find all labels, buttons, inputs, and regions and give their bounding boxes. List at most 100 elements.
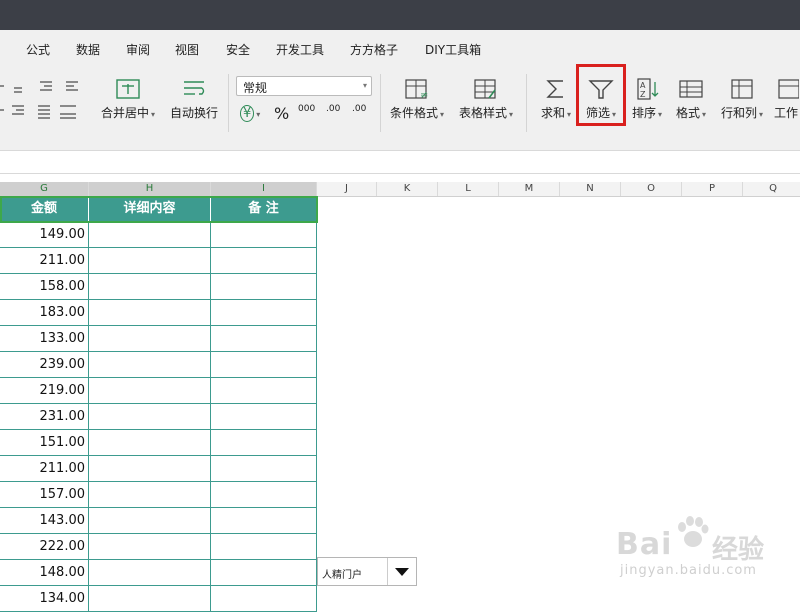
chevron-down-icon: ▾ — [362, 81, 367, 90]
notes-cell[interactable] — [211, 222, 317, 248]
conditional-format-icon: ≠ — [405, 79, 428, 100]
details-cell[interactable] — [89, 222, 211, 248]
menu-security[interactable]: 安全 — [226, 41, 250, 58]
details-cell[interactable] — [89, 248, 211, 274]
conditional-format-button[interactable]: ≠ 条件格式 ▾ — [386, 74, 448, 130]
amount-cell[interactable]: 219.00 — [0, 378, 89, 404]
details-cell[interactable] — [89, 560, 211, 586]
notes-cell[interactable] — [211, 534, 317, 560]
amount-cell[interactable]: 211.00 — [0, 248, 89, 274]
wrap-text-icon — [184, 81, 205, 95]
details-cell[interactable] — [89, 352, 211, 378]
merge-center-icon — [116, 79, 140, 99]
amount-cell[interactable]: 158.00 — [0, 274, 89, 300]
details-cell[interactable] — [89, 378, 211, 404]
amount-cell[interactable]: 211.00 — [0, 456, 89, 482]
notes-cell[interactable] — [211, 430, 317, 456]
header-cell-details[interactable]: 详细内容 — [89, 196, 211, 222]
alignment-icons[interactable] — [0, 76, 82, 126]
column-header-n[interactable]: N — [560, 182, 621, 196]
percent-button[interactable]: % — [274, 104, 289, 123]
increase-decimal-button[interactable]: .00 — [326, 104, 340, 114]
menu-formula[interactable]: 公式 — [26, 41, 50, 58]
column-header-p[interactable]: P — [682, 182, 743, 196]
dropdown-select[interactable]: 人精门户 — [317, 557, 417, 586]
amount-cell[interactable]: 149.00 — [0, 222, 89, 248]
worksheet-label: 工作 — [773, 106, 798, 120]
amount-cell[interactable]: 133.00 — [0, 326, 89, 352]
details-cell[interactable] — [89, 430, 211, 456]
thousands-button[interactable]: 000 — [298, 104, 315, 114]
menu-review[interactable]: 审阅 — [126, 41, 150, 58]
wrap-text-button[interactable]: 自动换行 — [166, 74, 222, 130]
notes-cell[interactable] — [211, 274, 317, 300]
notes-cell[interactable] — [211, 248, 317, 274]
amount-cell[interactable]: 134.00 — [0, 586, 89, 612]
column-header-k[interactable]: K — [377, 182, 438, 196]
baidu-watermark: Bai 经验 jingyan.baidu.com — [616, 515, 796, 585]
notes-cell[interactable] — [211, 482, 317, 508]
details-cell[interactable] — [89, 300, 211, 326]
amount-cell[interactable]: 231.00 — [0, 404, 89, 430]
amount-cell[interactable]: 183.00 — [0, 300, 89, 326]
column-header-g[interactable]: G — [0, 182, 89, 196]
notes-cell[interactable] — [211, 300, 317, 326]
worksheet-button[interactable]: 工作 — [772, 74, 800, 130]
details-cell[interactable] — [89, 508, 211, 534]
amount-cell[interactable]: 239.00 — [0, 352, 89, 378]
table-style-button[interactable]: 表格样式 ▾ — [454, 74, 518, 130]
format-button[interactable]: 格式 ▾ — [670, 74, 712, 130]
notes-cell[interactable] — [211, 508, 317, 534]
paw-icon — [678, 516, 709, 547]
column-header-o[interactable]: O — [621, 182, 682, 196]
notes-cell[interactable] — [211, 326, 317, 352]
number-format-select[interactable]: 常规 ▾ — [236, 76, 372, 96]
column-header-h[interactable]: H — [89, 182, 211, 196]
notes-cell[interactable] — [211, 456, 317, 482]
header-cell-notes[interactable]: 备 注 — [211, 196, 317, 222]
format-icon — [679, 80, 703, 98]
details-cell[interactable] — [89, 586, 211, 612]
menu-view[interactable]: 视图 — [175, 41, 199, 58]
amount-cell[interactable]: 157.00 — [0, 482, 89, 508]
sigma-icon — [546, 80, 563, 98]
details-cell[interactable] — [89, 456, 211, 482]
column-header-l[interactable]: L — [438, 182, 499, 196]
notes-cell[interactable] — [211, 352, 317, 378]
merge-center-button[interactable]: 合并居中 ▾ — [96, 74, 160, 130]
column-header-q[interactable]: Q — [743, 182, 800, 196]
row-column-button[interactable]: 行和列 ▾ — [716, 74, 768, 130]
menu-diy-toolbox[interactable]: DIY工具箱 — [425, 41, 481, 58]
sort-label: 排序 — [631, 106, 656, 120]
sum-button[interactable]: 求和 ▾ — [536, 74, 576, 130]
number-format-value: 常规 — [243, 81, 268, 95]
amount-cell[interactable]: 143.00 — [0, 508, 89, 534]
header-cell-amount[interactable]: 金额 — [0, 196, 89, 222]
amount-cell[interactable]: 151.00 — [0, 430, 89, 456]
dropdown-arrow-icon[interactable] — [387, 558, 416, 585]
notes-cell[interactable] — [211, 404, 317, 430]
notes-cell[interactable] — [211, 560, 317, 586]
amount-cell[interactable]: 222.00 — [0, 534, 89, 560]
formula-bar[interactable] — [0, 150, 800, 174]
decrease-decimal-button[interactable]: .00 — [352, 104, 366, 114]
notes-cell[interactable] — [211, 378, 317, 404]
column-header-m[interactable]: M — [499, 182, 560, 196]
menu-fangfang[interactable]: 方方格子 — [350, 41, 398, 58]
column-header-i[interactable]: I — [211, 182, 317, 196]
details-cell[interactable] — [89, 326, 211, 352]
sort-button[interactable]: AZ 排序 ▾ — [628, 74, 666, 130]
thousands-icon: 000 — [298, 104, 316, 114]
details-cell[interactable] — [89, 534, 211, 560]
menu-data[interactable]: 数据 — [76, 41, 100, 58]
increase-decimal-icon: .00 — [326, 104, 341, 114]
currency-button[interactable]: ¥ ▾ — [240, 105, 260, 122]
menu-developer[interactable]: 开发工具 — [276, 41, 324, 58]
details-cell[interactable] — [89, 482, 211, 508]
details-cell[interactable] — [89, 274, 211, 300]
svg-text:≠: ≠ — [420, 90, 428, 100]
amount-cell[interactable]: 148.00 — [0, 560, 89, 586]
details-cell[interactable] — [89, 404, 211, 430]
notes-cell[interactable] — [211, 586, 317, 612]
column-header-j[interactable]: J — [317, 182, 377, 196]
